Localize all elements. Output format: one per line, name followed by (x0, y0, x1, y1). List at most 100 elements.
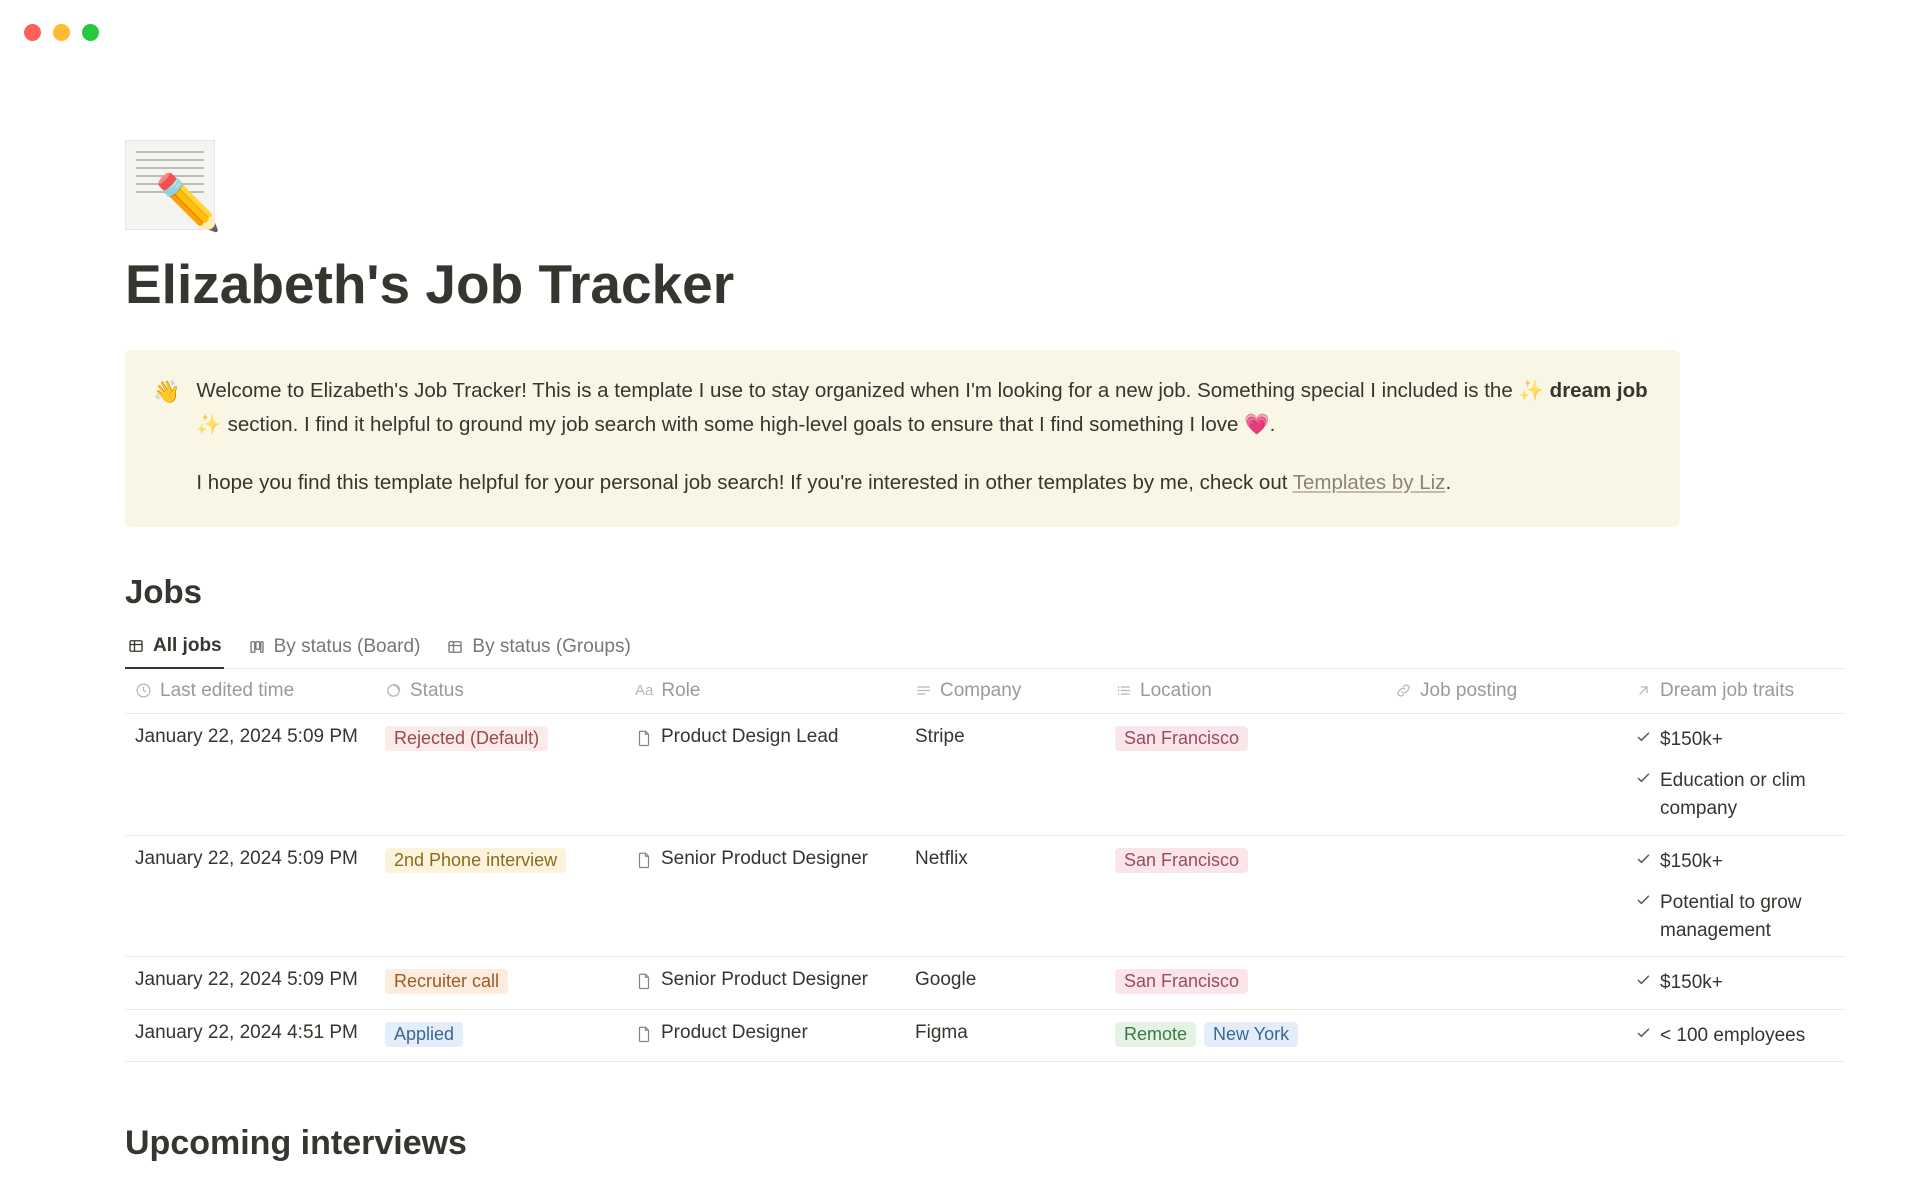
page-title[interactable]: Elizabeth's Job Tracker (125, 252, 1890, 316)
cell-status[interactable]: Rejected (Default) (375, 714, 625, 763)
cell-job-posting[interactable] (1385, 836, 1625, 860)
callout-text: I hope you find this template helpful fo… (196, 471, 1292, 494)
col-company[interactable]: Company (905, 669, 1105, 713)
status-badge: Rejected (Default) (385, 726, 548, 751)
trait-item: Education or clim company (1635, 767, 1835, 822)
cell-job-posting[interactable] (1385, 714, 1625, 738)
callout-text: . (1270, 413, 1276, 436)
fullscreen-window-button[interactable] (82, 24, 99, 41)
check-icon (1635, 972, 1652, 989)
page-icon[interactable]: ✏️ (125, 140, 215, 230)
page-icon (635, 1024, 653, 1044)
cell-role[interactable]: Senior Product Designer (625, 836, 905, 882)
table-row[interactable]: January 22, 2024 4:51 PM Applied Product D… (125, 1010, 1845, 1063)
cell-status[interactable]: Recruiter call (375, 957, 625, 1006)
view-tab-all-jobs[interactable]: All jobs (125, 627, 224, 669)
sparkle-icon: ✨ (1518, 379, 1544, 402)
role-title: Product Design Lead (661, 726, 838, 748)
callout-body: Welcome to Elizabeth's Job Tracker! This… (196, 374, 1652, 499)
minimize-window-button[interactable] (53, 24, 70, 41)
cell-role[interactable]: Product Design Lead (625, 714, 905, 760)
cell-status[interactable]: Applied (375, 1010, 625, 1059)
check-icon (1635, 729, 1652, 746)
role-title: Senior Product Designer (661, 969, 868, 991)
status-badge: Recruiter call (385, 969, 508, 994)
view-tab-by-status-board-[interactable]: By status (Board) (246, 627, 423, 668)
table-row[interactable]: January 22, 2024 5:09 PM 2nd Phone interv… (125, 836, 1845, 958)
cell-company: Google (905, 957, 1105, 1003)
trait-item: $150k+ (1635, 848, 1835, 876)
cell-location[interactable]: Remote New York (1105, 1010, 1385, 1059)
location-badge: San Francisco (1115, 726, 1248, 751)
pencil-icon: ✏️ (155, 172, 222, 235)
cell-job-posting[interactable] (1385, 1010, 1625, 1034)
cell-location[interactable]: San Francisco (1105, 957, 1385, 1006)
tab-label: All jobs (153, 635, 222, 657)
location-badge: San Francisco (1115, 969, 1248, 994)
close-window-button[interactable] (24, 24, 41, 41)
cell-status[interactable]: 2nd Phone interview (375, 836, 625, 885)
window-traffic-lights (24, 24, 99, 41)
cell-job-posting[interactable] (1385, 957, 1625, 981)
arrow-icon (1635, 682, 1652, 699)
location-badge: San Francisco (1115, 848, 1248, 873)
callout-text: . (1445, 471, 1451, 494)
cell-role[interactable]: Senior Product Designer (625, 957, 905, 1003)
cell-last-edited: January 22, 2024 5:09 PM (125, 836, 375, 882)
cell-traits[interactable]: $150k+Education or clim company (1625, 714, 1845, 835)
wave-icon: 👋 (153, 374, 180, 499)
cell-company: Netflix (905, 836, 1105, 882)
cell-location[interactable]: San Francisco (1105, 714, 1385, 763)
check-icon (1635, 770, 1652, 787)
cell-last-edited: January 22, 2024 4:51 PM (125, 1010, 375, 1056)
upcoming-interviews-heading[interactable]: Upcoming interviews (125, 1124, 1890, 1163)
cell-traits[interactable]: $150k+ (1625, 957, 1845, 1009)
check-icon (1635, 1025, 1652, 1042)
trait-item: $150k+ (1635, 969, 1835, 997)
lines-icon (915, 682, 932, 699)
jobs-heading[interactable]: Jobs (125, 573, 1890, 611)
trait-item: < 100 employees (1635, 1022, 1835, 1050)
location-badge: New York (1204, 1022, 1298, 1047)
col-status[interactable]: Status (375, 669, 625, 713)
callout-text: section. I find it helpful to ground my … (222, 413, 1244, 436)
list-icon (1115, 682, 1132, 699)
templates-by-liz-link[interactable]: Templates by Liz (1293, 471, 1446, 494)
dream-job-bold: dream job (1550, 379, 1648, 402)
link-icon (1395, 682, 1412, 699)
heart-icon: 💗 (1244, 413, 1270, 436)
view-tabs: All jobs By status (Board) By status (Grou… (125, 627, 1845, 669)
cell-last-edited: January 22, 2024 5:09 PM (125, 714, 375, 760)
welcome-callout[interactable]: 👋 Welcome to Elizabeth's Job Tracker! Th… (125, 350, 1680, 527)
table-row[interactable]: January 22, 2024 5:09 PM Rejected (Defaul… (125, 714, 1845, 836)
aa-icon: Aa (635, 682, 653, 699)
col-dream-traits[interactable]: Dream job traits (1625, 669, 1845, 713)
page-icon (635, 728, 653, 748)
cell-company: Stripe (905, 714, 1105, 760)
cell-traits[interactable]: $150k+ Potential to grow management (1625, 836, 1845, 957)
role-title: Product Designer (661, 1022, 808, 1044)
col-job-posting[interactable]: Job posting (1385, 669, 1625, 713)
table-icon (127, 637, 145, 655)
cell-company: Figma (905, 1010, 1105, 1056)
col-location[interactable]: Location (1105, 669, 1385, 713)
status-badge: Applied (385, 1022, 463, 1047)
status-icon (385, 682, 402, 699)
role-title: Senior Product Designer (661, 848, 868, 870)
trait-item: Potential to grow management (1635, 889, 1835, 944)
col-last-edited[interactable]: Last edited time (125, 669, 375, 713)
check-icon (1635, 892, 1652, 909)
cell-role[interactable]: Product Designer (625, 1010, 905, 1056)
col-role[interactable]: AaRole (625, 669, 905, 713)
cell-traits[interactable]: < 100 employees (1625, 1010, 1845, 1062)
tab-label: By status (Board) (274, 636, 421, 658)
table-icon (446, 638, 464, 656)
cell-location[interactable]: San Francisco (1105, 836, 1385, 885)
table-row[interactable]: January 22, 2024 5:09 PM Recruiter call Se… (125, 957, 1845, 1010)
status-badge: 2nd Phone interview (385, 848, 566, 873)
cell-last-edited: January 22, 2024 5:09 PM (125, 957, 375, 1003)
check-icon (1635, 851, 1652, 868)
clock-icon (135, 682, 152, 699)
view-tab-by-status-groups-[interactable]: By status (Groups) (444, 627, 632, 668)
page-icon (635, 850, 653, 870)
